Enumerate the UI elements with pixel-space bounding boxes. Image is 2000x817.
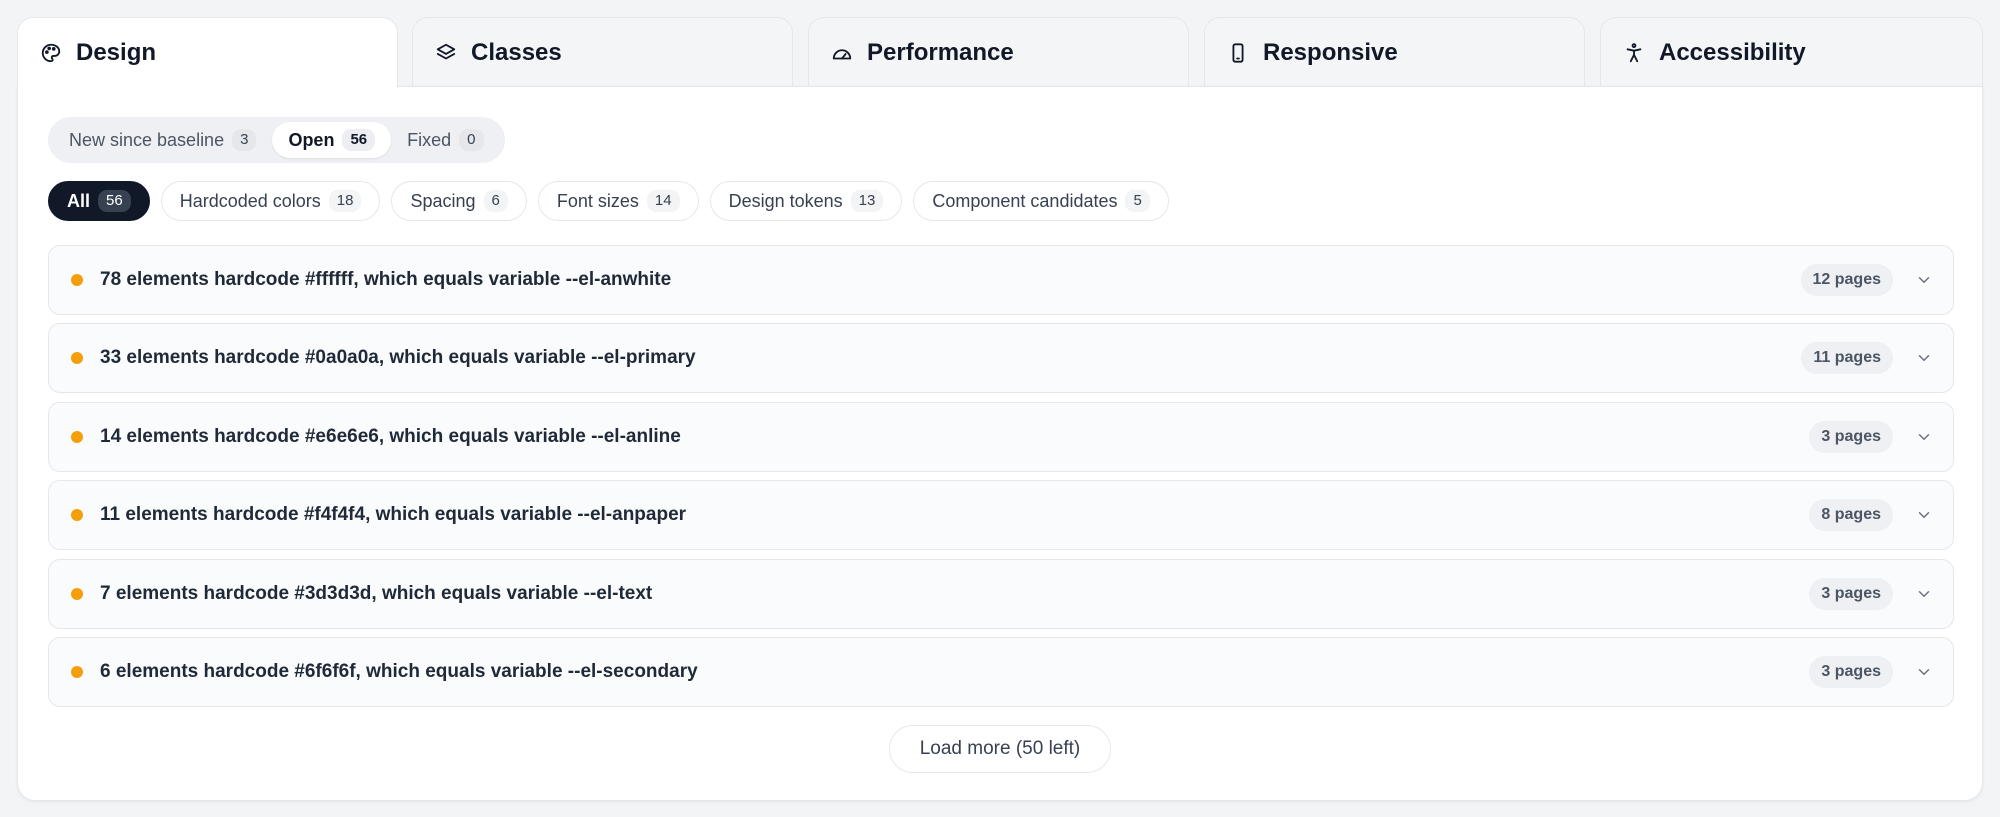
chevron-down-icon[interactable] bbox=[1915, 585, 1933, 603]
palette-icon bbox=[40, 42, 62, 64]
chip-hardcoded-colors[interactable]: Hardcoded colors 18 bbox=[160, 181, 381, 221]
chip-design-tokens[interactable]: Design tokens 13 bbox=[709, 181, 903, 221]
layers-icon bbox=[435, 42, 457, 64]
chevron-down-icon[interactable] bbox=[1915, 428, 1933, 446]
category-filter: All 56 Hardcoded colors 18 Spacing 6 Fon… bbox=[48, 181, 1169, 221]
tab-design[interactable]: Design bbox=[17, 17, 398, 88]
pages-badge: 11 pages bbox=[1801, 342, 1893, 375]
chip-label: All bbox=[67, 190, 91, 211]
status-new-since-baseline[interactable]: New since baseline 3 bbox=[53, 122, 272, 158]
status-label: New since baseline bbox=[69, 129, 225, 150]
count-badge: 56 bbox=[342, 129, 376, 151]
chip-label: Spacing bbox=[410, 190, 476, 211]
count-badge: 6 bbox=[483, 190, 508, 212]
issue-text: 7 elements hardcode #3d3d3d, which equal… bbox=[100, 582, 653, 604]
issue-list: 78 elements hardcode #ffffff, which equa… bbox=[48, 245, 1954, 715]
issue-row[interactable]: 11 elements hardcode #f4f4f4, which equa… bbox=[48, 480, 1954, 551]
chevron-down-icon[interactable] bbox=[1915, 271, 1933, 289]
chip-component-candidates[interactable]: Component candidates 5 bbox=[913, 181, 1169, 221]
status-open[interactable]: Open 56 bbox=[272, 122, 392, 158]
issue-text: 11 elements hardcode #f4f4f4, which equa… bbox=[100, 504, 687, 526]
audit-panel: Design Classes Performance Responsive Ac… bbox=[17, 17, 1983, 801]
pages-badge: 3 pages bbox=[1809, 420, 1893, 453]
count-badge: 13 bbox=[850, 190, 884, 212]
count-badge: 14 bbox=[646, 190, 680, 212]
chip-spacing[interactable]: Spacing 6 bbox=[391, 181, 527, 221]
load-more-button[interactable]: Load more (50 left) bbox=[889, 725, 1111, 773]
tab-label: Responsive bbox=[1263, 38, 1398, 66]
tab-accessibility[interactable]: Accessibility bbox=[1600, 17, 1983, 87]
count-badge: 18 bbox=[328, 190, 362, 212]
issue-text: 6 elements hardcode #6f6f6f, which equal… bbox=[100, 660, 698, 682]
status-filter: New since baseline 3 Open 56 Fixed 0 bbox=[48, 117, 505, 163]
status-label: Fixed bbox=[407, 129, 452, 150]
severity-dot bbox=[71, 665, 83, 678]
tab-classes[interactable]: Classes bbox=[412, 17, 793, 87]
chevron-down-icon[interactable] bbox=[1915, 349, 1933, 367]
design-panel: New since baseline 3 Open 56 Fixed 0 All… bbox=[17, 86, 1983, 801]
tab-performance[interactable]: Performance bbox=[808, 17, 1189, 87]
issue-row[interactable]: 33 elements hardcode #0a0a0a, which equa… bbox=[48, 323, 1954, 394]
tab-label: Accessibility bbox=[1659, 38, 1806, 66]
pages-badge: 3 pages bbox=[1809, 577, 1893, 610]
severity-dot bbox=[71, 352, 83, 365]
status-fixed[interactable]: Fixed 0 bbox=[391, 122, 499, 158]
tab-responsive[interactable]: Responsive bbox=[1204, 17, 1585, 87]
chevron-down-icon[interactable] bbox=[1915, 663, 1933, 681]
accessibility-icon bbox=[1623, 42, 1645, 64]
tab-label: Performance bbox=[867, 38, 1014, 66]
chip-label: Font sizes bbox=[556, 190, 639, 211]
tab-label: Classes bbox=[471, 38, 562, 66]
pages-badge: 3 pages bbox=[1809, 655, 1893, 688]
issue-row[interactable]: 6 elements hardcode #6f6f6f, which equal… bbox=[48, 636, 1954, 707]
chip-font-sizes[interactable]: Font sizes 14 bbox=[537, 181, 699, 221]
tab-label: Design bbox=[76, 39, 157, 66]
chip-label: Hardcoded colors bbox=[179, 190, 321, 211]
count-badge: 5 bbox=[1125, 190, 1150, 212]
chevron-down-icon[interactable] bbox=[1915, 506, 1933, 524]
chip-label: Design tokens bbox=[728, 190, 843, 211]
issue-row[interactable]: 7 elements hardcode #3d3d3d, which equal… bbox=[48, 558, 1954, 629]
pages-badge: 12 pages bbox=[1800, 264, 1893, 296]
smartphone-icon bbox=[1227, 42, 1249, 64]
issue-text: 14 elements hardcode #e6e6e6, which equa… bbox=[100, 425, 681, 447]
chip-all[interactable]: All 56 bbox=[48, 181, 150, 221]
count-badge: 0 bbox=[459, 129, 484, 151]
severity-dot bbox=[71, 430, 83, 443]
count-badge: 3 bbox=[232, 129, 257, 151]
gauge-icon bbox=[831, 42, 853, 64]
chip-label: Component candidates bbox=[932, 190, 1118, 211]
severity-dot bbox=[71, 274, 83, 286]
tab-bar: Design Classes Performance Responsive Ac… bbox=[17, 17, 1983, 88]
status-label: Open bbox=[288, 129, 335, 150]
issue-text: 33 elements hardcode #0a0a0a, which equa… bbox=[100, 347, 696, 369]
issue-text: 78 elements hardcode #ffffff, which equa… bbox=[100, 269, 672, 290]
count-badge: 56 bbox=[98, 190, 131, 212]
issue-row[interactable]: 14 elements hardcode #e6e6e6, which equa… bbox=[48, 401, 1954, 472]
severity-dot bbox=[71, 587, 83, 600]
issue-row[interactable]: 78 elements hardcode #ffffff, which equa… bbox=[48, 245, 1954, 315]
severity-dot bbox=[71, 509, 83, 522]
pages-badge: 8 pages bbox=[1809, 499, 1893, 532]
